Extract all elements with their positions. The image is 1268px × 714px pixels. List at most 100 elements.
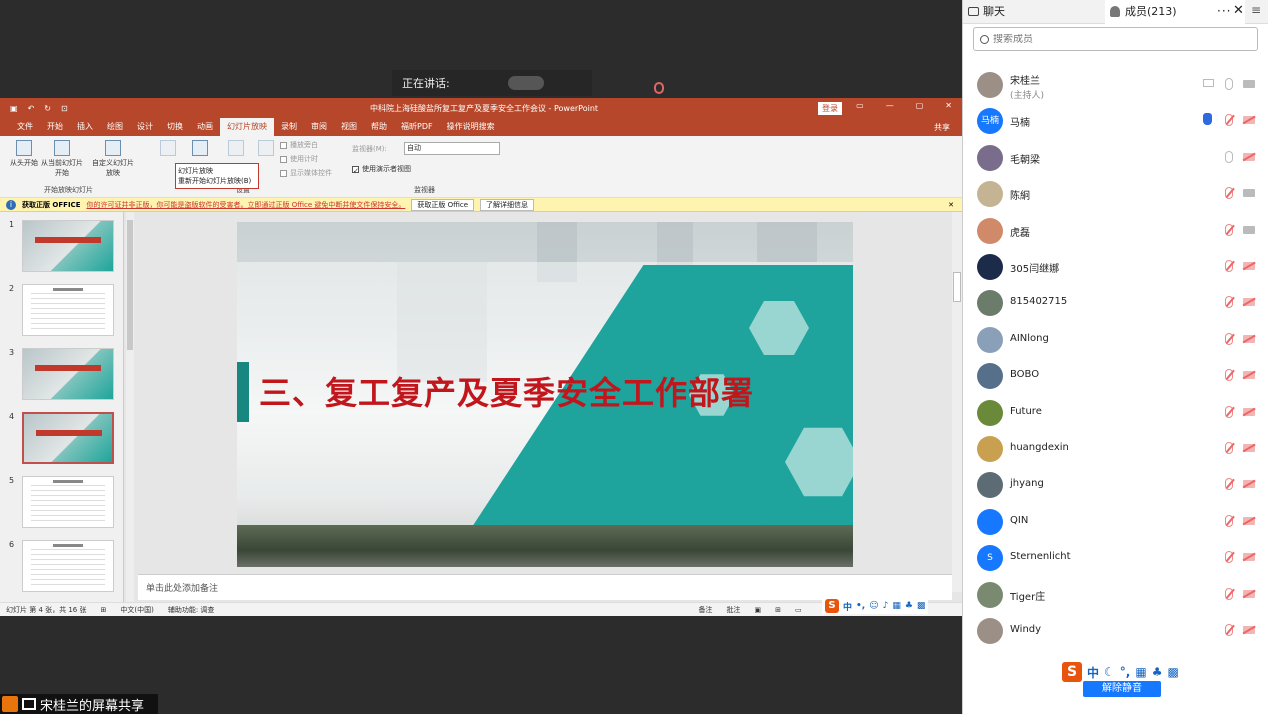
ribbon-tab[interactable]: 绘图 <box>100 118 130 136</box>
menu-icon[interactable]: ≡ <box>1251 3 1261 17</box>
slide-scrollbar[interactable] <box>952 212 962 592</box>
member-row[interactable]: S Sternenlicht <box>963 539 1268 575</box>
ime-emoji-icon[interactable]: ☺ <box>869 601 878 611</box>
mic-muted-icon[interactable] <box>1225 223 1233 236</box>
comments-toggle[interactable]: 批注 <box>726 605 740 615</box>
ime-skin-icon[interactable]: ♣ <box>905 601 913 611</box>
ime-keyboard-icon[interactable]: ▦ <box>1135 665 1146 679</box>
close-icon[interactable]: ✕ <box>945 101 952 110</box>
camera-off-icon[interactable] <box>1243 480 1255 489</box>
save-icon[interactable]: ▣ <box>10 104 18 113</box>
ime-punct-icon[interactable]: °, <box>1120 665 1131 679</box>
mic-muted-icon[interactable] <box>1225 260 1233 272</box>
reading-view-icon[interactable]: ▭ <box>795 606 802 614</box>
mic-muted-icon[interactable] <box>1225 296 1233 309</box>
mic-muted-icon[interactable] <box>1225 551 1233 564</box>
login-button[interactable]: 登录 <box>818 102 842 115</box>
use-timing-checkbox[interactable]: 使用计时 <box>280 154 318 164</box>
ime-punct-icon[interactable]: •, <box>856 601 865 611</box>
ribbon-tab[interactable]: 文件 <box>10 118 40 136</box>
member-row[interactable]: 陈絅 <box>963 175 1268 211</box>
language-indicator[interactable]: 中文(中国) <box>120 605 153 615</box>
camera-off-icon[interactable] <box>1243 334 1255 343</box>
sogou-icon[interactable]: S <box>1062 662 1082 682</box>
mic-muted-icon[interactable] <box>1225 514 1233 527</box>
ime-tools-icon[interactable]: ▩ <box>917 601 926 611</box>
ime-tools-icon[interactable]: ▩ <box>1167 665 1178 679</box>
ribbon-display-icon[interactable]: ▭ <box>856 101 864 110</box>
mic-icon[interactable] <box>1225 78 1233 90</box>
share-button[interactable]: 共享 <box>934 122 950 133</box>
member-row[interactable]: 305闫继娜 <box>963 248 1268 284</box>
ime-skin-icon[interactable]: ♣ <box>1152 665 1163 679</box>
member-row[interactable]: Tiger庄 <box>963 576 1268 612</box>
ribbon-tab[interactable]: 帮助 <box>364 118 394 136</box>
camera-off-icon[interactable] <box>1243 589 1255 598</box>
accessibility-status[interactable]: 辅助功能: 调查 <box>168 605 215 615</box>
camera-icon[interactable] <box>1243 189 1255 198</box>
sorter-view-icon[interactable]: ⊞ <box>775 606 781 614</box>
tab-chat[interactable]: 聊天 <box>963 0 1105 24</box>
camera-off-icon[interactable] <box>1243 444 1255 452</box>
ribbon-tab[interactable]: 视图 <box>334 118 364 136</box>
ribbon-tab[interactable]: 幻灯片放映 <box>220 118 274 136</box>
notes-toggle[interactable]: 备注 <box>698 605 712 615</box>
camera-icon[interactable] <box>1243 80 1255 88</box>
camera-off-icon[interactable] <box>1243 407 1255 416</box>
learn-more-button[interactable]: 了解详细信息 <box>480 198 535 211</box>
mic-muted-icon[interactable] <box>1225 114 1233 127</box>
infobar-message[interactable]: 你的许可证并非正版，你可能是盗版软件的受害者。立即通过正版 Office 避免中… <box>86 200 405 210</box>
ribbon-tab[interactable]: 审阅 <box>304 118 334 136</box>
member-row[interactable]: 毛朝梁 <box>963 139 1268 175</box>
close-panel-icon[interactable]: ✕ <box>1233 3 1244 18</box>
mic-muted-icon[interactable] <box>1225 405 1233 418</box>
ime-chinese-icon[interactable]: 中 <box>843 600 852 613</box>
spellcheck-icon[interactable]: ⊞ <box>101 606 107 614</box>
member-row[interactable]: Future <box>963 394 1268 430</box>
member-row[interactable]: 815402715 <box>963 284 1268 320</box>
normal-view-icon[interactable]: ▣ <box>754 606 761 614</box>
camera-off-icon[interactable] <box>1243 152 1255 161</box>
show-media-controls-checkbox[interactable]: 显示媒体控件 <box>280 168 332 178</box>
ime-voice-icon[interactable]: ♪ <box>883 601 889 611</box>
ribbon-tab[interactable]: 开始 <box>40 118 70 136</box>
member-row[interactable]: 宋桂兰 (主持人) <box>963 66 1268 102</box>
current-slide[interactable]: 三、复工复产及夏季安全工作部署 <box>237 222 853 567</box>
infobar-close-icon[interactable]: ✕ <box>948 201 954 209</box>
restart-slideshow-item[interactable]: 重新开始幻灯片放映(B) <box>178 176 256 186</box>
from-current-button[interactable]: 从当前幻灯片开始 <box>38 140 86 178</box>
sogou-icon[interactable]: S <box>825 599 839 613</box>
ime-chinese-icon[interactable]: 中 <box>1087 664 1099 681</box>
camera-off-icon[interactable] <box>1243 298 1255 307</box>
presenter-view-checkbox[interactable]: ✓ 使用演示者视图 <box>352 164 411 175</box>
custom-show-button[interactable]: 自定义幻灯片放映 <box>90 140 136 178</box>
hide-slide-button[interactable] <box>180 140 220 158</box>
member-row[interactable]: huangdexin <box>963 430 1268 466</box>
ribbon-tab[interactable]: 插入 <box>70 118 100 136</box>
camera-off-icon[interactable] <box>1243 553 1255 562</box>
member-row[interactable]: AINlong <box>963 321 1268 357</box>
mic-icon[interactable] <box>1225 150 1233 163</box>
mic-muted-icon[interactable] <box>1225 369 1233 382</box>
mic-muted-icon[interactable] <box>1225 442 1233 454</box>
monitor-select[interactable]: 自动 <box>404 142 500 155</box>
camera-off-icon[interactable] <box>1243 116 1255 125</box>
camera-off-icon[interactable] <box>1243 626 1255 634</box>
ime-moon-icon[interactable]: ☾ <box>1104 665 1115 679</box>
ribbon-tab[interactable]: 录制 <box>274 118 304 136</box>
undo-icon[interactable]: ↶ <box>28 104 35 113</box>
ribbon-tab[interactable]: 设计 <box>130 118 160 136</box>
restore-icon[interactable]: ▢ <box>916 101 924 110</box>
camera-off-icon[interactable] <box>1243 262 1255 270</box>
minimize-icon[interactable]: — <box>886 101 894 110</box>
notes-placeholder[interactable]: 单击此处添加备注 <box>138 574 952 600</box>
get-office-button[interactable]: 获取正版 Office <box>411 198 475 211</box>
mic-muted-icon[interactable] <box>1225 624 1233 636</box>
ime-keyboard-icon[interactable]: ▦ <box>892 601 901 611</box>
member-row[interactable]: QIN <box>963 503 1268 539</box>
ribbon-tab[interactable]: 操作说明搜索 <box>440 118 502 136</box>
ribbon-tab[interactable]: 福昕PDF <box>394 118 440 136</box>
unmute-button[interactable]: 解除静音 <box>1083 681 1161 697</box>
more-icon[interactable]: ··· <box>1217 4 1231 18</box>
member-row[interactable]: 马楠 马楠 <box>963 102 1268 138</box>
